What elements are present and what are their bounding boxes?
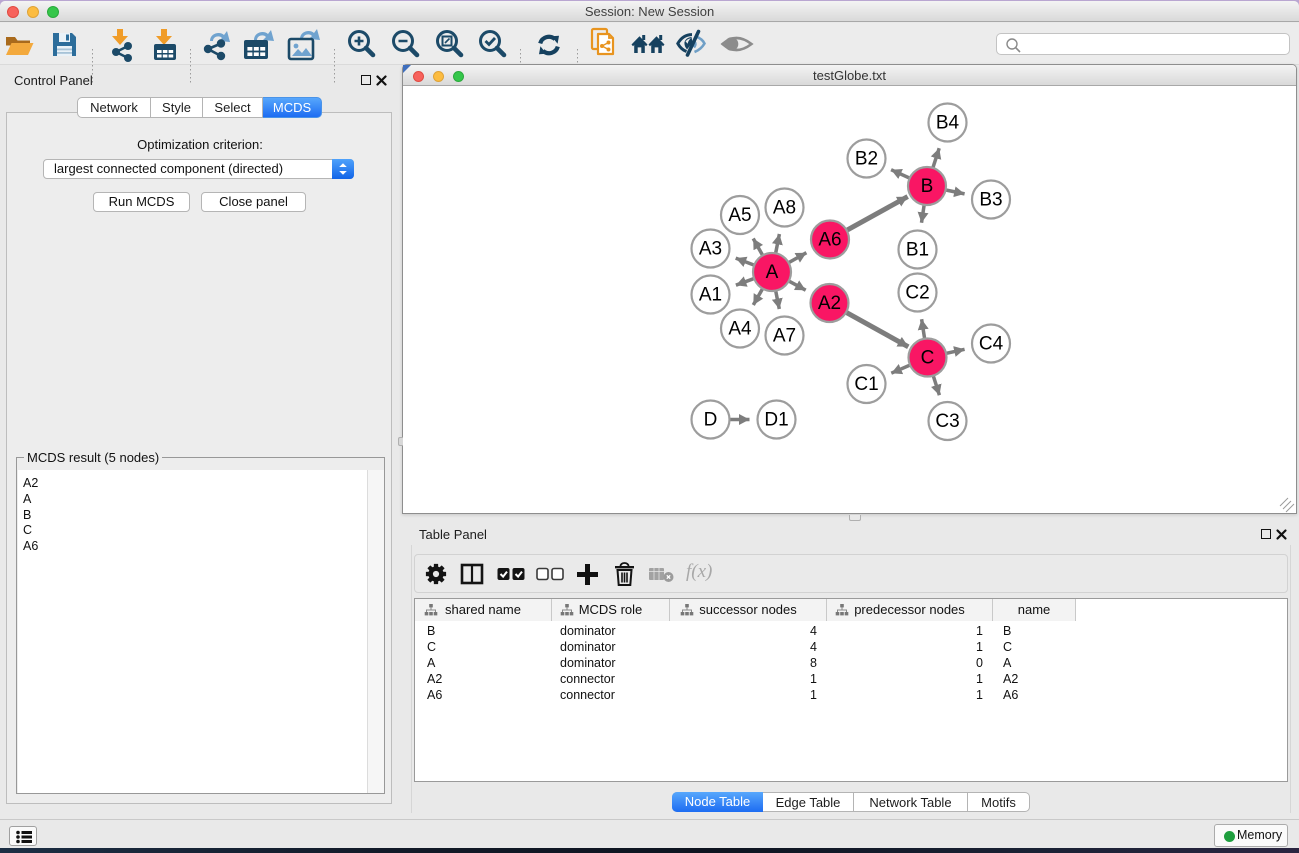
svg-text:B2: B2: [855, 149, 878, 170]
svg-text:B: B: [921, 176, 934, 197]
svg-text:D1: D1: [764, 410, 788, 431]
svg-text:A7: A7: [773, 326, 796, 347]
svg-text:A: A: [766, 262, 779, 283]
svg-text:B3: B3: [979, 190, 1002, 211]
svg-text:A3: A3: [699, 239, 722, 260]
svg-text:A2: A2: [818, 293, 841, 314]
svg-text:C1: C1: [854, 374, 878, 395]
svg-text:C: C: [921, 348, 935, 369]
svg-text:A5: A5: [728, 205, 751, 226]
svg-text:C4: C4: [979, 334, 1004, 355]
svg-text:C3: C3: [935, 411, 959, 432]
svg-text:C2: C2: [905, 283, 929, 304]
svg-text:A1: A1: [699, 285, 722, 306]
svg-text:D: D: [704, 410, 718, 431]
svg-text:A6: A6: [818, 230, 841, 251]
svg-text:A4: A4: [728, 319, 752, 340]
svg-text:B4: B4: [936, 113, 960, 134]
svg-text:B1: B1: [906, 240, 929, 261]
svg-text:A8: A8: [773, 198, 796, 219]
